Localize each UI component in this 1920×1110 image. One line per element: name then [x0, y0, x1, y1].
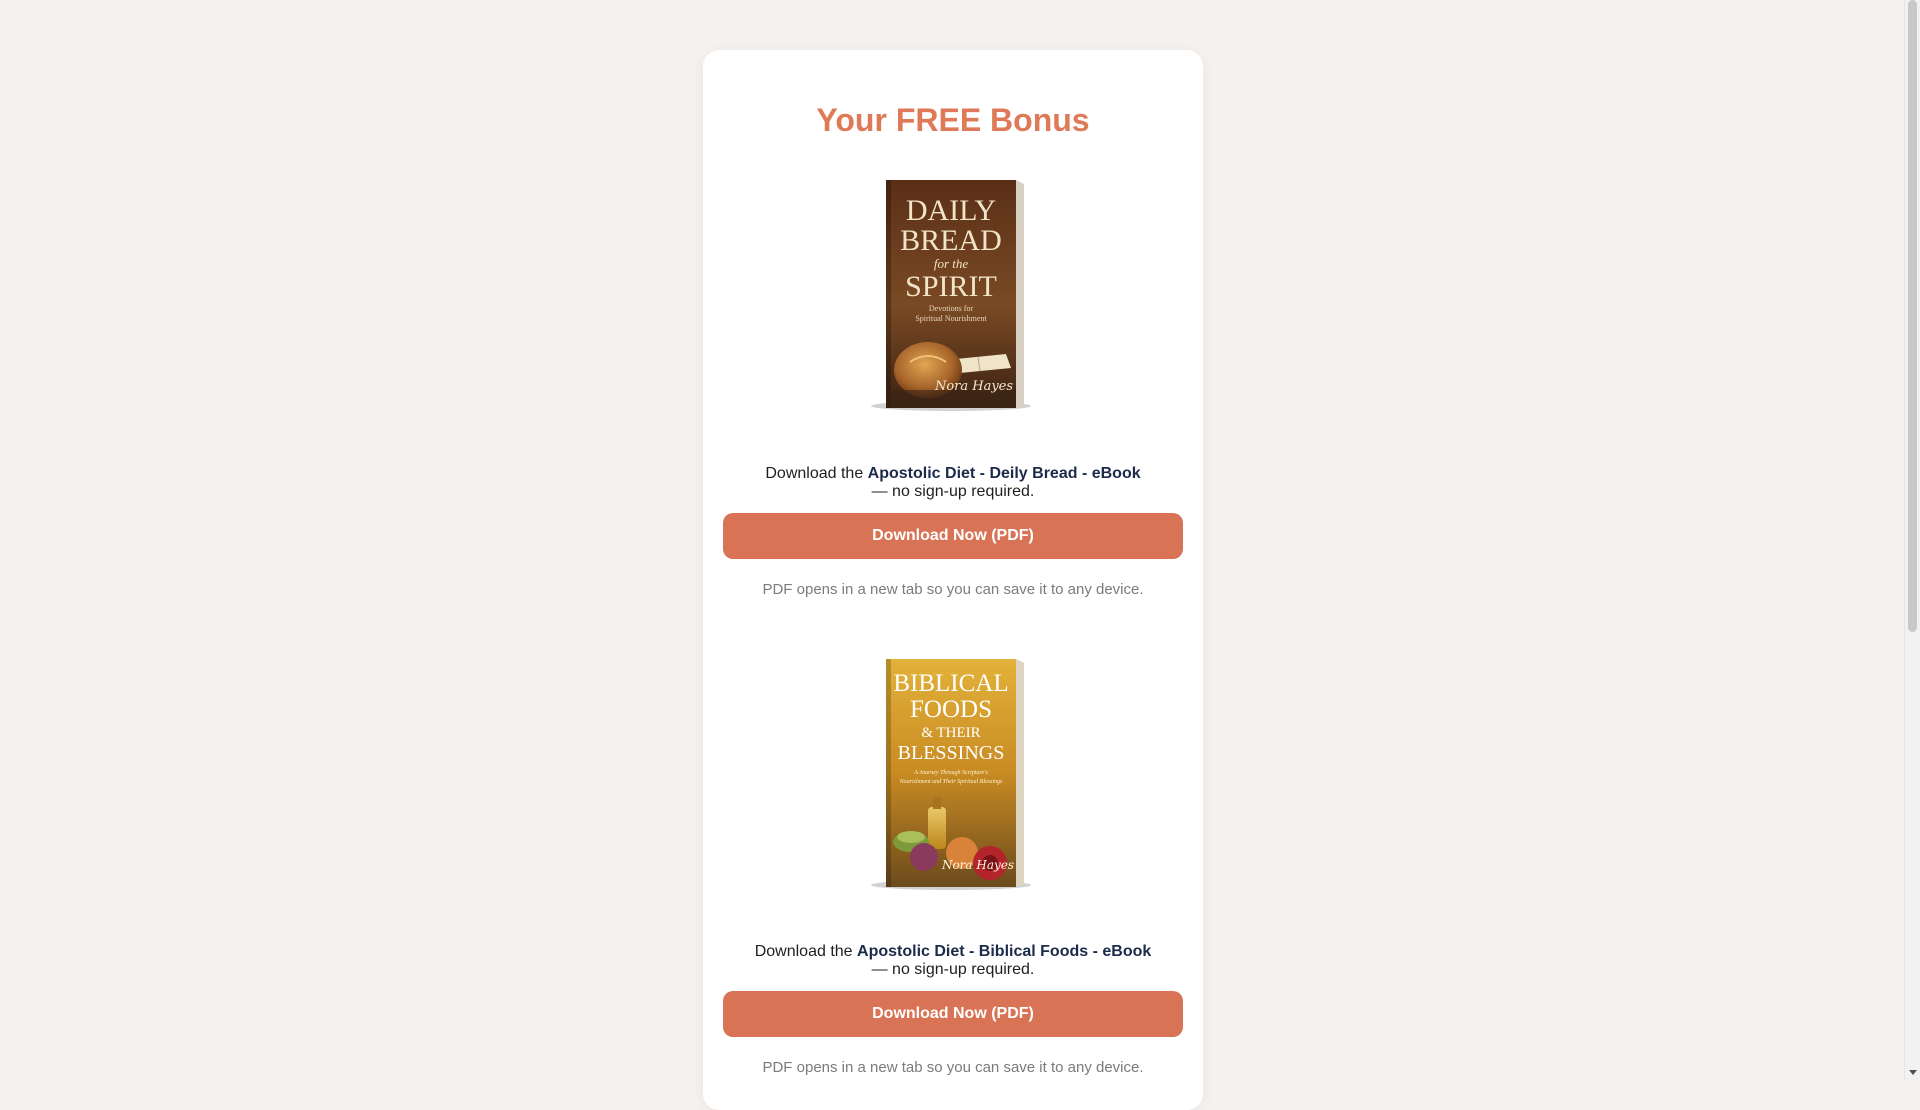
offer-lead-text: Download the: [754, 943, 853, 960]
cover-author-signature: Nora Hayes: [941, 858, 1014, 872]
cover-title-line3: & THEIR: [921, 725, 980, 741]
pdf-note: PDF opens in a new tab so you can save i…: [762, 1059, 1144, 1076]
offer-lead-text: Download the: [765, 465, 864, 482]
cover-title-line1: BIBLICAL: [893, 670, 1008, 697]
bonus-card: Your FREE Bonus DAILY BREAD for the SPIR…: [703, 50, 1203, 1110]
cover-title-line4: BLESSINGS: [898, 742, 1005, 764]
offer-tail-text: — no sign-up required.: [871, 961, 1035, 978]
cover-title-line2: BREAD: [900, 224, 1002, 257]
cover-title-line2: FOODS: [910, 696, 992, 723]
offer-product-name: Apostolic Diet - Deily Bread - eBook: [867, 465, 1141, 482]
scrollbar-thumb[interactable]: [1908, 0, 1917, 632]
cover-title-line3: for the: [934, 256, 969, 271]
cover-title-line4: SPIRIT: [905, 270, 997, 303]
offer-description: Download the Apostolic Diet - Deily Brea…: [723, 465, 1183, 501]
cover-subtitle-2: Spiritual Nourishment: [915, 314, 987, 323]
offer-description: Download the Apostolic Diet - Biblical F…: [723, 943, 1183, 979]
cover-author-signature: Nora Hayes: [934, 379, 1013, 394]
offer-product-name: Apostolic Diet - Biblical Foods - eBook: [857, 943, 1152, 960]
cover-title-line1: DAILY: [906, 194, 996, 227]
scroll-down-arrow-icon[interactable]: [1905, 1066, 1920, 1078]
download-pdf-button[interactable]: Download Now (PDF): [723, 991, 1183, 1037]
offer-tail-text: — no sign-up required.: [871, 483, 1035, 500]
cover-subtitle-2: Nourishment and Their Spiritual Blessing…: [899, 779, 1003, 785]
pdf-note: PDF opens in a new tab so you can save i…: [762, 581, 1144, 598]
page-title: Your FREE Bonus: [816, 102, 1090, 138]
cover-subtitle-1: Devotions for: [929, 304, 974, 313]
download-pdf-button[interactable]: Download Now (PDF): [723, 513, 1183, 559]
biblical-foods-book-cover: BIBLICAL FOODS & THEIR BLESSINGS A Journ…: [866, 657, 1036, 893]
cover-subtitle-1: A Journey Through Scripture's: [913, 770, 988, 776]
vertical-scrollbar[interactable]: [1904, 0, 1920, 1080]
daily-bread-book-cover: DAILY BREAD for the SPIRIT Devotions for…: [866, 178, 1036, 414]
